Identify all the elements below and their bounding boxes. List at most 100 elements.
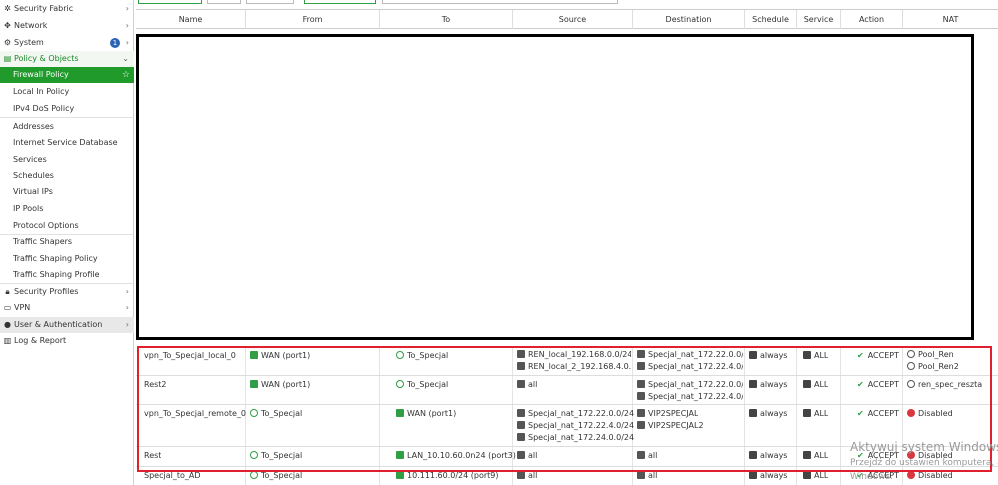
search-input[interactable] xyxy=(382,0,618,4)
column-header-service[interactable]: Service xyxy=(797,10,841,29)
chart-icon: ▥ xyxy=(3,336,12,345)
sidebar-item-label: Policy & Objects xyxy=(14,54,79,63)
schedule-icon xyxy=(749,451,757,459)
from-interface: To_Specjal xyxy=(261,409,303,418)
vpn-tunnel-icon xyxy=(396,351,404,359)
sidebar-item-label: VPN xyxy=(14,303,31,312)
address-icon xyxy=(517,380,525,388)
nat-status: Disabled xyxy=(918,409,953,418)
to-interface: LAN_10.10.60.0n24 (port3) xyxy=(407,451,516,460)
address-icon xyxy=(517,433,525,441)
sidebar-item-system[interactable]: ⚙ System 1 › xyxy=(0,35,134,51)
sidebar-item-schedules[interactable]: Schedules xyxy=(0,168,134,184)
address-icon xyxy=(637,350,645,358)
sidebar-item-internet-service-database[interactable]: Internet Service Database xyxy=(0,135,134,151)
sidebar-item-services[interactable]: Services xyxy=(0,152,134,168)
sidebar-item-user-authentication[interactable]: ● User & Authentication › xyxy=(0,317,134,333)
service-icon xyxy=(803,351,811,359)
address-icon xyxy=(517,471,525,479)
service: ALL xyxy=(814,471,829,480)
destination-address: all xyxy=(648,471,658,480)
address-icon xyxy=(637,380,645,388)
sidebar-item-label: Log & Report xyxy=(14,336,67,345)
sidebar-item-log-report[interactable]: ▥ Log & Report xyxy=(0,333,134,349)
sidebar-item-label: Internet Service Database xyxy=(13,138,118,147)
policy-icon: ▤ xyxy=(3,54,12,63)
from-interface: WAN (port1) xyxy=(261,380,311,389)
policy-name: Specjal_to_AD xyxy=(144,471,201,480)
vpn-tunnel-icon xyxy=(250,451,258,459)
gear-icon: ⚙ xyxy=(3,38,12,47)
delete-button[interactable] xyxy=(246,0,294,4)
create-new-button[interactable] xyxy=(138,0,202,4)
network-icon: ✥ xyxy=(4,21,11,30)
column-header-from[interactable]: From xyxy=(246,10,380,29)
table-row[interactable]: Rest2 WAN (port1) To_Specjal all Specjal… xyxy=(136,376,998,405)
service: ALL xyxy=(814,351,829,360)
sidebar-item-label: System xyxy=(14,38,44,47)
from-interface: To_Specjal xyxy=(261,471,303,480)
sidebar-item-firewall-policy[interactable]: Firewall Policy ☆ xyxy=(0,67,134,83)
disabled-icon xyxy=(907,409,915,417)
sidebar-item-network[interactable]: ✥ Network › xyxy=(0,18,134,34)
column-header-to[interactable]: To xyxy=(380,10,513,29)
table-row[interactable]: vpn_To_Specjal_local_0 WAN (port1) To_Sp… xyxy=(136,346,998,376)
sidebar-item-security-fabric[interactable]: ✲ Security Fabric › xyxy=(0,1,134,17)
address-icon xyxy=(517,421,525,429)
action: ACCEPT xyxy=(867,380,899,389)
policy-name: Rest xyxy=(144,451,162,460)
destination-address: Specjal_nat_172.22.0.0/... xyxy=(648,380,743,389)
star-icon[interactable]: ☆ xyxy=(122,67,130,83)
source-address: Specjal_nat_172.22.4.0/24 xyxy=(528,421,635,430)
destination-address: Specjal_nat_172.22.4.0/... xyxy=(648,362,743,371)
sidebar-item-label: Traffic Shapers xyxy=(13,237,73,246)
sidebar-item-protocol-options[interactable]: Protocol Options xyxy=(0,218,134,234)
sidebar-item-virtual-ips[interactable]: Virtual IPs xyxy=(0,184,134,200)
service-icon xyxy=(803,471,811,479)
edit-button[interactable] xyxy=(207,0,241,4)
sidebar-item-security-profiles[interactable]: 🔒︎ Security Profiles › xyxy=(0,284,134,300)
sidebar-item-policy-objects[interactable]: ▤ Policy & Objects ⌄ xyxy=(0,51,134,67)
sidebar-item-local-in-policy[interactable]: Local In Policy xyxy=(0,84,134,100)
from-interface: To_Specjal xyxy=(261,451,303,460)
source-address: REN_local_2_192.168.4.0... xyxy=(528,362,631,371)
sidebar-item-traffic-shaping-policy[interactable]: Traffic Shaping Policy xyxy=(0,251,134,267)
ip-pool-icon xyxy=(907,362,915,370)
destination-address: VIP2SPECJAL xyxy=(648,409,699,418)
address-icon xyxy=(637,451,645,459)
interface-icon xyxy=(250,351,258,359)
column-header-name[interactable]: Name xyxy=(136,10,246,29)
nat-pool: ren_spec_reszta xyxy=(918,380,983,389)
address-icon xyxy=(517,451,525,459)
ip-pool-icon xyxy=(907,380,915,388)
checkmark-icon: ✔ xyxy=(857,380,864,389)
sidebar-item-traffic-shaping-profile[interactable]: Traffic Shaping Profile xyxy=(0,267,134,283)
vpn-tunnel-icon xyxy=(396,380,404,388)
column-header-destination[interactable]: Destination xyxy=(633,10,745,29)
sidebar-item-traffic-shapers[interactable]: Traffic Shapers xyxy=(0,234,134,250)
address-icon xyxy=(637,471,645,479)
source-address: Specjal_nat_172.22.0.0/24 xyxy=(528,409,635,418)
sidebar-item-label: Local In Policy xyxy=(13,87,70,96)
view-toggle[interactable] xyxy=(304,0,376,4)
chevron-right-icon: › xyxy=(125,4,129,13)
watermark-subtitle-2: Windows. xyxy=(850,472,894,482)
source-address: REN_local_192.168.0.0/24 xyxy=(528,350,631,359)
column-header-source[interactable]: Source xyxy=(513,10,633,29)
sidebar-item-addresses[interactable]: Addresses xyxy=(0,119,134,135)
to-interface: 10.111.60.0/24 (port9) xyxy=(407,471,499,480)
redacted-region xyxy=(136,34,974,340)
ip-pool-icon xyxy=(907,350,915,358)
divider xyxy=(0,117,134,118)
sidebar-item-ipv4-dos-policy[interactable]: IPv4 DoS Policy xyxy=(0,101,134,117)
destination-address: Specjal_nat_172.22.0.0/... xyxy=(648,350,743,359)
column-header-schedule[interactable]: Schedule xyxy=(745,10,797,29)
sidebar-item-vpn[interactable]: ▭ VPN › xyxy=(0,300,134,316)
column-header-nat[interactable]: NAT xyxy=(903,10,998,29)
chevron-right-icon: › xyxy=(125,320,129,329)
schedule: always xyxy=(760,409,788,418)
sidebar-item-ip-pools[interactable]: IP Pools xyxy=(0,201,134,217)
sidebar-item-label: Security Fabric xyxy=(14,4,74,13)
column-header-action[interactable]: Action xyxy=(841,10,903,29)
nat-pool: Pool_Ren xyxy=(918,350,954,359)
